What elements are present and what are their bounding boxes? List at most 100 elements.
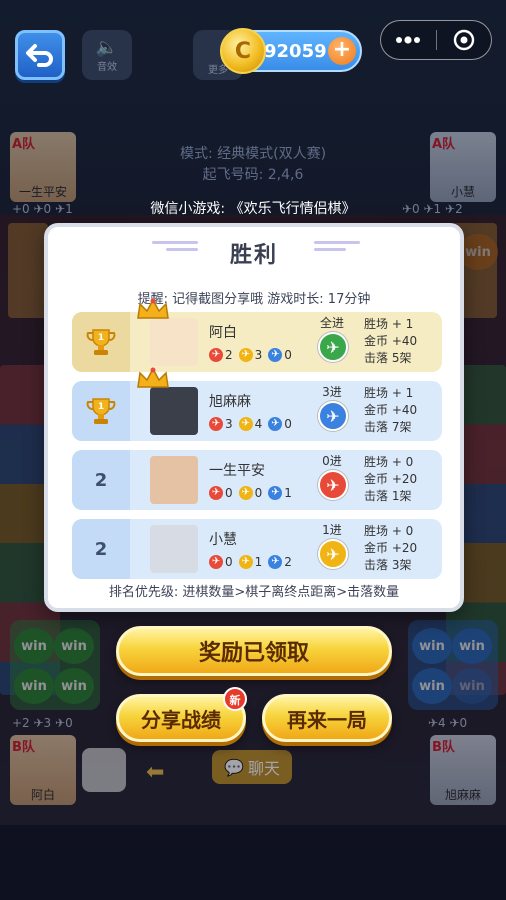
- add-coins-button[interactable]: +: [328, 37, 356, 65]
- red-plane-icon: [209, 555, 223, 569]
- piece-count-blue: 0: [268, 417, 292, 431]
- left-arrow-icon: ⬅: [146, 760, 165, 785]
- shot-down-text: 击落 3架: [364, 558, 412, 572]
- coins-text: 金币 +20: [364, 472, 418, 486]
- player-stats: ✈4 ✈0: [428, 716, 468, 730]
- wins-text: 胜场 + 1: [364, 386, 414, 400]
- shot-down-text: 击落 7架: [364, 420, 412, 434]
- trophy-icon: 1: [86, 329, 116, 355]
- player-name: 阿白: [30, 788, 55, 802]
- piece-count-yellow: 0: [238, 486, 262, 500]
- coins-text: 金币 +40: [364, 403, 418, 417]
- match-results: 胜场 + 1 金币 +40 击落 7架: [364, 385, 417, 436]
- piece-count-red: 0: [209, 486, 233, 500]
- sound-button[interactable]: 🔈 音效: [82, 30, 132, 80]
- shot-down-text: 击落 1架: [364, 489, 412, 503]
- chat-icon: 💬: [224, 757, 244, 777]
- piece-count-yellow: 3: [238, 348, 262, 362]
- shot-down-text: 击落 5架: [364, 351, 412, 365]
- target-icon: [453, 29, 474, 51]
- player-name: 旭麻麻: [209, 394, 251, 410]
- entered-count: 3进: [322, 385, 342, 399]
- mode-line: 模式: 经典模式(双人赛): [179, 146, 327, 162]
- reward-claimed-button[interactable]: 奖励已领取: [116, 626, 392, 676]
- coin-amount: 92059: [264, 40, 327, 62]
- coins-text: 金币 +20: [364, 541, 418, 555]
- ranking-row: 2小慧0121进✈胜场 + 0金币 +20击落 3架: [72, 519, 442, 579]
- rank-cell: 1: [72, 381, 130, 441]
- result-modal: 胜利 提醒: 记得截图分享哦 游戏时长: 17分钟 1阿白230全进✈胜场 + …: [44, 223, 464, 612]
- yellow-plane-icon: [238, 417, 253, 431]
- player-stats: +2 ✈3 ✈0: [12, 716, 73, 730]
- player-card: B队 旭麻麻: [430, 735, 496, 805]
- coins-text: 金币 +40: [364, 334, 418, 348]
- piece-count-red: 3: [209, 417, 233, 431]
- match-results: 胜场 + 0 金币 +20 击落 3架: [364, 523, 417, 574]
- dice[interactable]: [82, 748, 126, 792]
- menu-button[interactable]: [381, 21, 436, 59]
- avatar: [150, 387, 198, 435]
- plane-icon: ✈: [318, 332, 348, 362]
- wins-text: 胜场 + 0: [364, 455, 414, 469]
- rank-cell: 2: [72, 450, 130, 510]
- wins-text: 胜场 + 1: [364, 317, 414, 331]
- player-card: B队 阿白: [10, 735, 76, 805]
- coin-icon: C: [220, 28, 266, 74]
- piece-count-red: 2: [209, 348, 233, 362]
- new-badge: 新: [223, 687, 247, 711]
- ranking-row: 1 阿白 230 全进 ✈ 胜场 + 1 金币 +40 击落 5架: [72, 298, 442, 372]
- miniprogram-capsule: [380, 20, 492, 60]
- back-button[interactable]: [15, 30, 65, 80]
- coin-balance: C 92059 +: [220, 28, 362, 74]
- piece-counts: 340: [209, 417, 292, 431]
- rank-number: 2: [94, 538, 108, 560]
- share-record-button[interactable]: 分享战绩 新: [116, 687, 247, 742]
- reminder-text: 提醒: 记得截图分享哦 游戏时长: 17分钟: [137, 292, 371, 307]
- play-again-label: 再来一局: [287, 707, 367, 732]
- sound-label: 音效: [97, 62, 117, 73]
- blue-plane-icon: [268, 486, 283, 500]
- player-name: 一生平安: [209, 463, 265, 479]
- speaker-icon: 🔈: [95, 37, 119, 58]
- piece-count-blue: 0: [268, 348, 292, 362]
- piece-count-yellow: 4: [238, 417, 262, 431]
- close-miniprogram-button[interactable]: [436, 21, 491, 59]
- avatar: [150, 525, 198, 573]
- piece-count-red: 0: [209, 555, 233, 569]
- piece-count-yellow: 1: [238, 555, 262, 569]
- crown-icon: [137, 367, 169, 388]
- rank-cell: 2: [72, 519, 130, 579]
- chat-button[interactable]: 💬 聊天: [212, 750, 292, 784]
- match-results: 胜场 + 1 金币 +40 击落 5架: [364, 316, 417, 367]
- ranking-row: 2一生平安0010进✈胜场 + 0金币 +20击落 1架: [72, 450, 442, 510]
- trophy-icon: 1: [86, 398, 116, 424]
- team-label: B队: [432, 740, 455, 755]
- rank-number: 2: [94, 469, 108, 491]
- play-again-button[interactable]: 再来一局: [262, 694, 392, 742]
- ranking-priority: 排名优先级: 进棋数量>棋子离终点距离>击落数量: [108, 585, 400, 600]
- plane-icon: ✈: [318, 401, 348, 431]
- rank-cell: 1: [72, 312, 130, 372]
- more-dots-icon: [396, 36, 421, 44]
- match-results: 胜场 + 0 金币 +20 击落 1架: [364, 454, 417, 505]
- back-arrow-icon: [26, 44, 53, 67]
- player-name: 阿白: [209, 325, 237, 341]
- red-plane-icon: [209, 348, 223, 362]
- reward-label: 奖励已领取: [198, 641, 309, 666]
- game-caption: 微信小游戏: 《欢乐飞行情侣棋》: [150, 201, 356, 217]
- entered-count: 0进: [322, 454, 342, 468]
- blue-plane-icon: [268, 417, 283, 431]
- crown-icon: [137, 298, 169, 319]
- avatar: [150, 456, 198, 504]
- mode-info: 模式: 经典模式(双人赛) 起飞号码: 2,4,6: [0, 144, 506, 186]
- plane-icon: ✈: [318, 470, 348, 500]
- plane-icon: ✈: [318, 539, 348, 569]
- team-label: B队: [12, 740, 35, 755]
- piece-counts: 001: [209, 486, 292, 500]
- wins-text: 胜场 + 0: [364, 524, 414, 538]
- piece-count-blue: 2: [268, 555, 292, 569]
- piece-count-blue: 1: [268, 486, 292, 500]
- piece-counts: 012: [209, 555, 292, 569]
- svg-text:1: 1: [98, 402, 104, 412]
- piece-counts: 230: [209, 348, 292, 362]
